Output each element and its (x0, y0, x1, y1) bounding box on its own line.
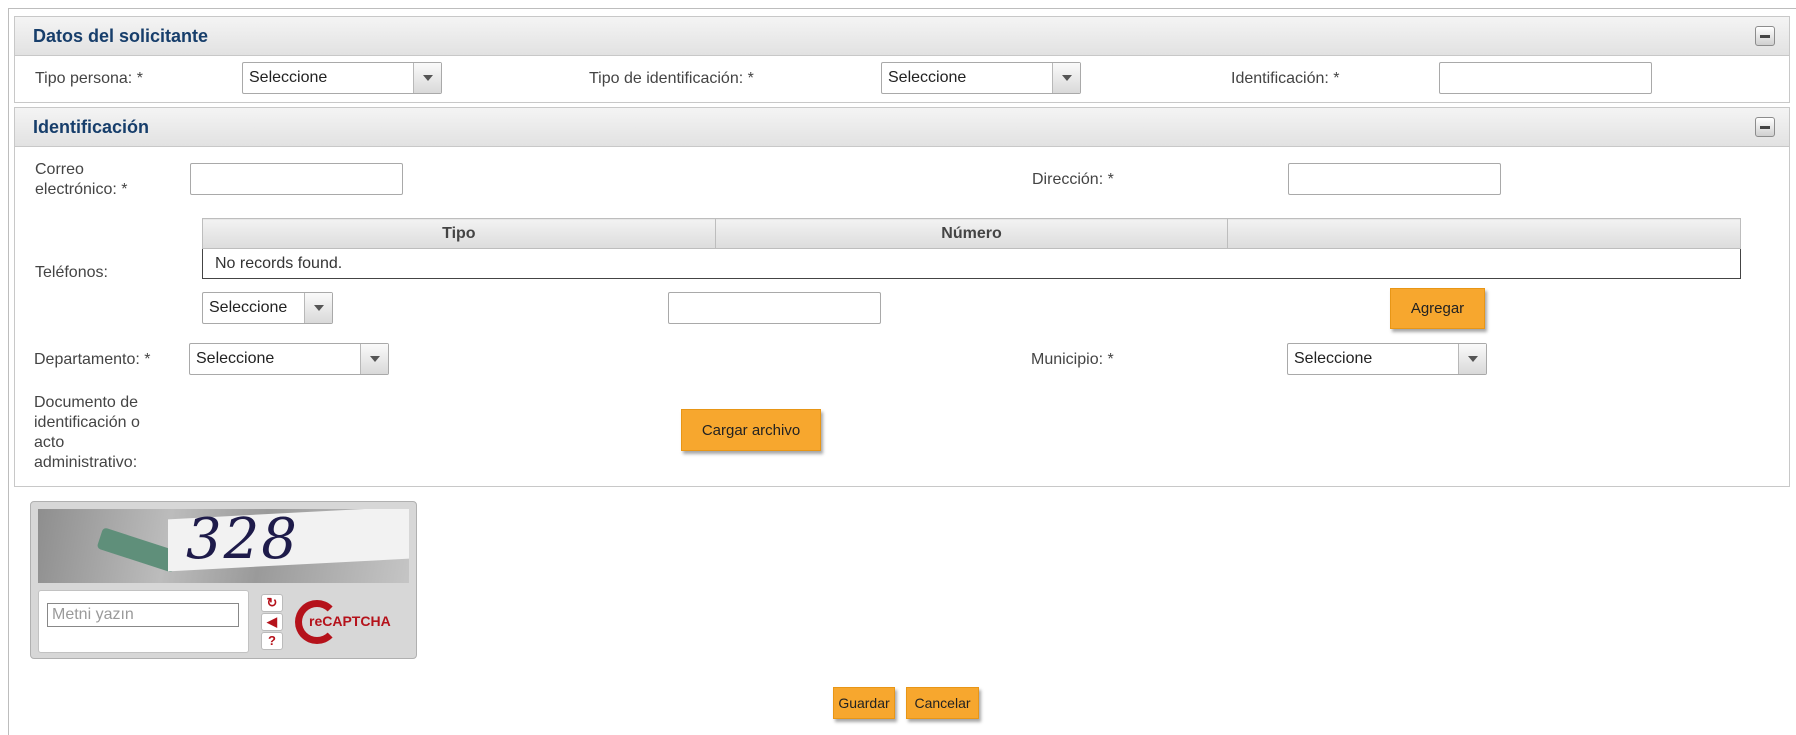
department-label: Departamento: * (34, 351, 151, 368)
applicant-panel-body: Tipo persona: * Seleccione Tipo de ident… (14, 56, 1790, 103)
captcha-input-box: Metni yazın (38, 590, 249, 653)
chevron-down-icon[interactable] (304, 293, 332, 323)
phone-number-input[interactable] (668, 292, 881, 324)
address-input[interactable] (1288, 163, 1501, 195)
collapse-icon[interactable] (1755, 117, 1775, 137)
phone-type-select[interactable]: Seleccione (202, 292, 333, 324)
id-label: Identificación: * (1231, 70, 1340, 87)
refresh-icon[interactable]: ↻ (261, 594, 283, 612)
captcha-image: 328 (38, 509, 409, 583)
municipality-select[interactable]: Seleccione (1287, 343, 1487, 375)
chevron-down-icon[interactable] (1458, 344, 1486, 374)
department-value: Seleccione (196, 350, 275, 367)
chevron-down-icon[interactable] (1052, 63, 1080, 93)
collapse-icon[interactable] (1755, 26, 1775, 46)
cancel-button[interactable]: Cancelar (906, 687, 979, 719)
document-label-line1: Documento de (34, 394, 139, 411)
phones-table: Tipo Número No records found. (202, 218, 1741, 279)
address-label: Dirección: * (1032, 171, 1114, 188)
chevron-down-icon[interactable] (360, 344, 388, 374)
email-label-line1: Correo (35, 161, 84, 178)
column-header-actions (1227, 218, 1741, 249)
id-type-label: Tipo de identificación: * (589, 70, 754, 87)
captcha-tools: ↻ ◀ ? (261, 594, 287, 652)
municipality-value: Seleccione (1294, 350, 1373, 367)
id-type-select[interactable]: Seleccione (881, 62, 1081, 94)
department-select[interactable]: Seleccione (189, 343, 389, 375)
table-header-row: Tipo Número (202, 218, 1741, 249)
person-type-select[interactable]: Seleccione (242, 62, 442, 94)
recaptcha-logo: reCAPTCHA (295, 598, 405, 648)
captcha-image-text: 328 (186, 509, 299, 572)
save-button[interactable]: Guardar (833, 687, 895, 719)
municipality-label: Municipio: * (1031, 351, 1114, 368)
phones-label: Teléfonos: (35, 264, 108, 281)
recaptcha-widget: 328 Metni yazın ↻ ◀ ? reCAPTCHA (30, 501, 417, 659)
email-label-line2: electrónico: * (35, 181, 128, 198)
applicant-panel-header[interactable]: Datos del solicitante (14, 16, 1790, 56)
recaptcha-logo-text: reCAPTCHA (309, 613, 391, 629)
person-type-value: Seleccione (249, 69, 328, 86)
captcha-input[interactable]: Metni yazın (47, 603, 239, 627)
help-icon[interactable]: ? (261, 632, 283, 650)
identification-panel-title: Identificación (33, 117, 150, 137)
table-row: No records found. (202, 248, 1741, 279)
email-input[interactable] (190, 163, 403, 195)
document-label-line3: acto (34, 434, 65, 451)
empty-message: No records found. (202, 248, 1741, 279)
person-type-label: Tipo persona: * (35, 70, 143, 87)
id-type-value: Seleccione (888, 69, 967, 86)
phone-type-value: Seleccione (209, 299, 288, 316)
document-label-line2: identificación o (34, 414, 140, 431)
column-header-type[interactable]: Tipo (202, 218, 716, 249)
document-label-line4: administrativo: (34, 454, 138, 471)
identification-panel-header[interactable]: Identificación (14, 107, 1790, 147)
id-input[interactable] (1439, 62, 1652, 94)
audio-icon[interactable]: ◀ (261, 613, 283, 631)
chevron-down-icon[interactable] (413, 63, 441, 93)
applicant-panel-title: Datos del solicitante (33, 26, 209, 46)
upload-file-button[interactable]: Cargar archivo (681, 409, 821, 451)
column-header-number[interactable]: Número (714, 218, 1229, 249)
captcha-image-blob (96, 527, 180, 573)
add-phone-button[interactable]: Agregar (1390, 288, 1485, 329)
